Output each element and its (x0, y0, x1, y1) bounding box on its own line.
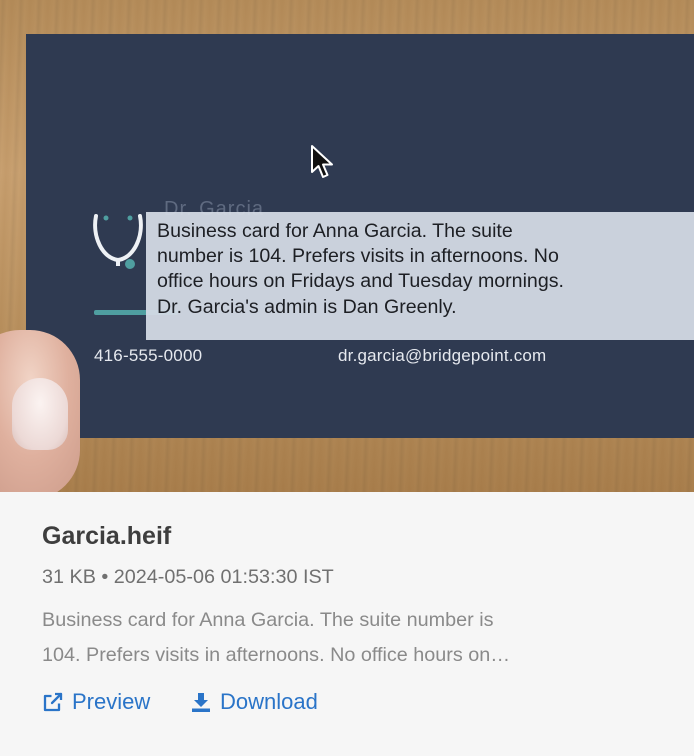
download-label: Download (220, 689, 318, 714)
tooltip-line: Dr. Garcia's admin is Dan Greenly. (157, 295, 457, 318)
tooltip-line: Business card for Anna Garcia. The suite (157, 220, 513, 242)
external-link-icon (43, 692, 63, 712)
preview-link[interactable]: Preview (42, 689, 150, 715)
file-description: Business card for Anna Garcia. The suite… (42, 603, 652, 673)
file-details: Garcia.heif 31 KB • 2024-05-06 01:53:30 … (0, 492, 694, 756)
file-info: 31 KB • 2024-05-06 01:53:30 IST (42, 566, 334, 588)
description-line: 104. Prefers visits in afternoons. No of… (42, 644, 511, 666)
tooltip-line: number is 104. Prefers visits in afterno… (157, 245, 559, 268)
file-card: Dr. Garcia 416-555-0000 dr.garcia@bridge… (0, 0, 694, 756)
card-email: dr.garcia@bridgepoint.com (338, 346, 547, 365)
stethoscope-logo-icon (93, 214, 143, 269)
tooltip-line: office hours on Fridays and Tuesday morn… (157, 270, 564, 293)
file-name: Garcia.heif (42, 522, 172, 550)
card-phone: 416-555-0000 (94, 346, 203, 365)
description-line: Business card for Anna Garcia. The suite… (42, 609, 494, 631)
download-link[interactable]: Download (190, 689, 318, 715)
image-tooltip: Business card for Anna Garcia. The suite… (146, 212, 694, 340)
thumbnail-nail (12, 378, 68, 450)
mouse-cursor-icon (311, 145, 333, 178)
download-icon (192, 693, 210, 712)
preview-label: Preview (72, 689, 151, 714)
